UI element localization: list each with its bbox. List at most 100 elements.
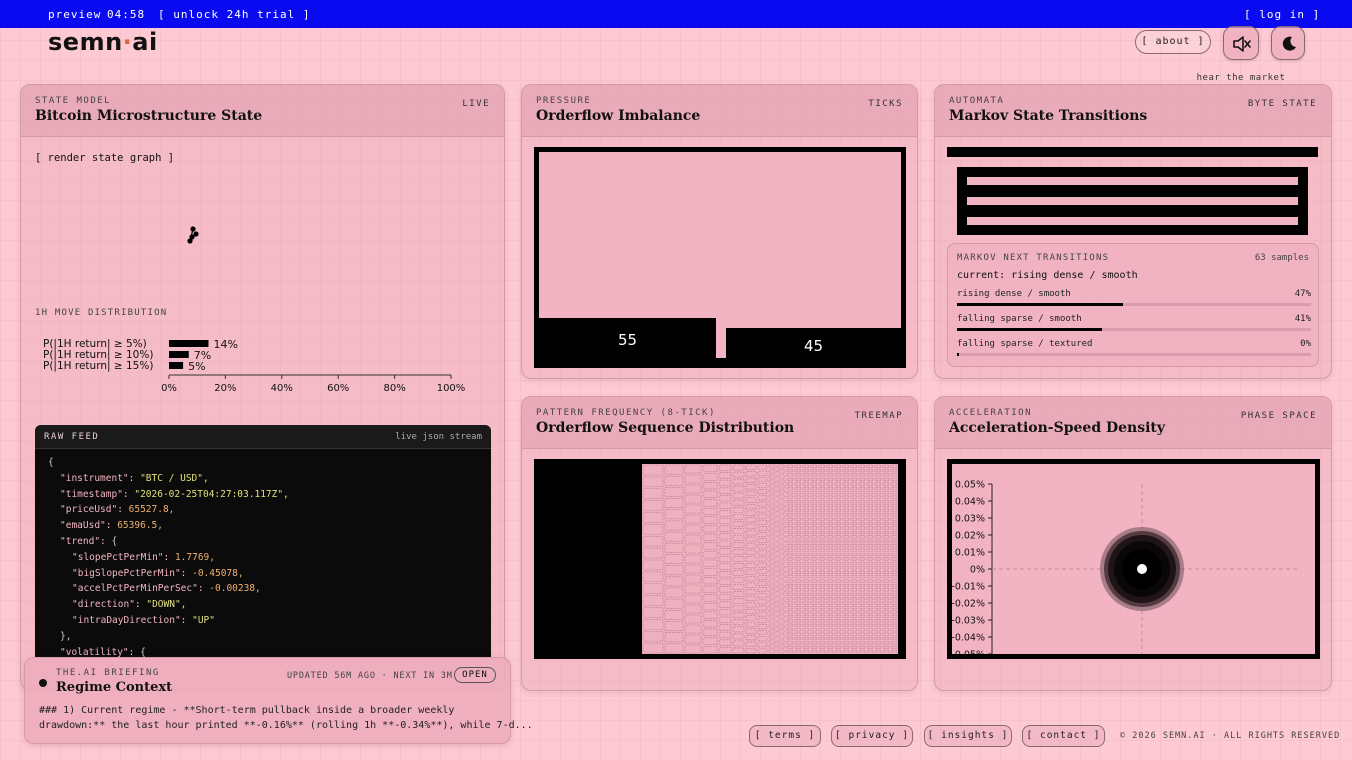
ai-briefing-card[interactable]: THE.AI BRIEFING Regime Context UPDATED 5… [24, 657, 533, 744]
markov-transition-row: falling sparse / smooth 41% [957, 314, 1311, 334]
treemap-tag: TREEMAP [854, 411, 903, 421]
panel-eyebrow: AUTOMATA [949, 96, 1005, 106]
json-line: "emaUsd": 65396.5, [60, 520, 163, 532]
x-axis-tick-label: 40% [271, 383, 293, 394]
briefing-text-line: drawdown:** the last hour printed **-0.1… [39, 720, 533, 731]
markov-transition-row: rising dense / smooth 47% [957, 289, 1311, 309]
json-line: "instrument": "BTC / USD", [60, 472, 209, 484]
y-axis-tick-label: 0.03% [955, 514, 985, 525]
contact-link[interactable]: [ contact ] [1022, 725, 1105, 747]
sell-pressure-block: 45 [726, 328, 901, 363]
hear-market-caption: hear the market [1196, 73, 1286, 83]
panel-header: STATE MODEL Bitcoin Microstructure State… [21, 85, 504, 137]
markov-current-state: current: rising dense / smooth [957, 270, 1138, 281]
unlock-trial-link[interactable]: [ unlock 24h trial ] [158, 8, 310, 21]
transition-label: rising dense / smooth [957, 289, 1071, 299]
briefing-status-dot [39, 679, 47, 687]
panel-title: Orderflow Sequence Distribution [536, 420, 795, 436]
logo-text-right: ai [132, 28, 158, 56]
y-axis-tick-label: -0.04% [952, 633, 985, 644]
acceleration-panel: ACCELERATION Acceleration-Speed Density … [934, 396, 1332, 691]
json-line: }, [60, 630, 72, 642]
transition-bar [957, 353, 959, 356]
raw-feed-tag: live json stream [395, 432, 482, 442]
copyright-text: © 2026 SEMN.AI · ALL RIGHTS RESERVED [1120, 731, 1341, 741]
briefing-title: Regime Context [56, 680, 173, 695]
distribution-title: 1H MOVE DISTRIBUTION [35, 308, 168, 318]
raw-feed-header: RAW FEED live json stream [35, 425, 491, 449]
current-state-point [1137, 564, 1147, 574]
distribution-bar [169, 351, 189, 358]
treemap-frame [534, 459, 906, 659]
distribution-value: 14% [213, 338, 237, 351]
y-axis-tick-label: -0.05% [952, 650, 985, 655]
x-axis-tick-label: 80% [383, 383, 405, 394]
distribution-label: P(|1H return| ≥ 15%) [43, 360, 153, 372]
orderflow-imbalance-panel: PRESSURE Orderflow Imbalance TICKS 55 45 [521, 84, 918, 379]
transition-label: falling sparse / smooth [957, 314, 1082, 324]
byte-state-block [957, 167, 1308, 235]
json-line: "volatility": { [60, 646, 146, 657]
json-line: "accelPctPerMinPerSec": -0.00238, [72, 583, 261, 595]
mute-button[interactable] [1223, 26, 1259, 60]
logo[interactable]: semn·ai [48, 28, 158, 56]
distribution-value: 5% [188, 360, 205, 373]
panel-eyebrow: PRESSURE [536, 96, 592, 106]
y-axis-tick-label: 0.04% [955, 497, 985, 508]
json-line: "bigSlopePctPerMin": -0.45078, [72, 567, 244, 579]
raw-feed-panel: RAW FEED live json stream {"instrument":… [35, 425, 491, 657]
transition-pct: 41% [1294, 314, 1311, 324]
imbalance-frame: 55 45 [534, 147, 906, 368]
y-axis-tick-label: -0.02% [952, 599, 985, 610]
y-axis-tick-label: -0.03% [952, 616, 985, 627]
json-line: "intraDayDirection": "UP" [72, 615, 215, 626]
top-banner: preview 04:58 [ unlock 24h trial ] [ log… [0, 0, 1352, 28]
transition-bar [957, 303, 1124, 306]
y-axis-tick-label: 0% [970, 565, 985, 576]
logo-dot: · [122, 28, 133, 56]
x-axis-tick-label: 100% [437, 383, 466, 394]
preview-timer: 04:58 [107, 8, 146, 21]
theme-toggle-button[interactable] [1271, 26, 1305, 60]
markov-transition-row: falling sparse / textured 0% [957, 339, 1311, 359]
render-state-graph-link[interactable]: [ render state graph ] [35, 152, 174, 164]
json-line: "priceUsd": 65527.8, [60, 504, 175, 516]
terms-link[interactable]: [ terms ] [749, 725, 821, 747]
x-axis-tick-label: 20% [214, 383, 236, 394]
live-tag: LIVE [462, 99, 490, 109]
panel-header: ACCELERATION Acceleration-Speed Density … [935, 397, 1331, 449]
json-line: "direction": "DOWN", [72, 599, 187, 611]
transition-pct: 47% [1294, 289, 1311, 299]
phase-space-chart: 0.05% 0.04% 0.03% 0.02% 0.01% 0% -0.01% -0.02% -… [952, 480, 1297, 655]
briefing-eyebrow: THE.AI BRIEFING [56, 668, 160, 678]
distribution-bar [169, 340, 209, 347]
raw-feed-label: RAW FEED [44, 432, 100, 442]
x-axis-tick-label: 60% [327, 383, 349, 394]
briefing-meta: UPDATED 56M AGO · NEXT IN 3M [287, 671, 453, 681]
moon-icon [1282, 36, 1296, 51]
panel-eyebrow: ACCELERATION [949, 408, 1033, 418]
about-button[interactable]: [ about ] [1135, 30, 1211, 54]
json-line: "slopePctPerMin": 1.7769, [72, 551, 215, 563]
privacy-link[interactable]: [ privacy ] [831, 725, 913, 747]
panel-title: Acceleration-Speed Density [949, 420, 1166, 436]
phase-space-frame: 0.05% 0.04% 0.03% 0.02% 0.01% 0% -0.01% -0.02% -… [947, 459, 1320, 659]
panel-header: AUTOMATA Markov State Transitions BYTE S… [935, 85, 1331, 137]
briefing-open-button[interactable]: OPEN [454, 667, 496, 683]
panel-eyebrow: STATE MODEL [35, 96, 112, 106]
panel-title: Markov State Transitions [949, 108, 1148, 124]
x-axis-tick-label: 0% [161, 383, 177, 394]
json-line: "timestamp": "2026-02-25T04:27:03.117Z", [60, 488, 289, 500]
panel-eyebrow: PATTERN FREQUENCY (8-TICK) [536, 408, 716, 418]
speaker-muted-icon [1233, 36, 1251, 52]
insights-link[interactable]: [ insights ] [924, 725, 1012, 747]
markov-transitions-box: MARKOV NEXT TRANSITIONS 63 samples curre… [947, 243, 1319, 367]
logo-text-left: semn [48, 28, 123, 56]
panel-title: Orderflow Imbalance [536, 108, 701, 124]
markov-box-title: MARKOV NEXT TRANSITIONS [957, 253, 1110, 263]
transition-label: falling sparse / textured [957, 339, 1093, 349]
briefing-text-line: ### 1) Current regime - **Short-term pul… [39, 705, 455, 716]
login-link[interactable]: [ log in ] [1244, 8, 1320, 21]
markov-samples: 63 samples [1254, 253, 1309, 263]
state-graph-nodes [187, 226, 199, 244]
